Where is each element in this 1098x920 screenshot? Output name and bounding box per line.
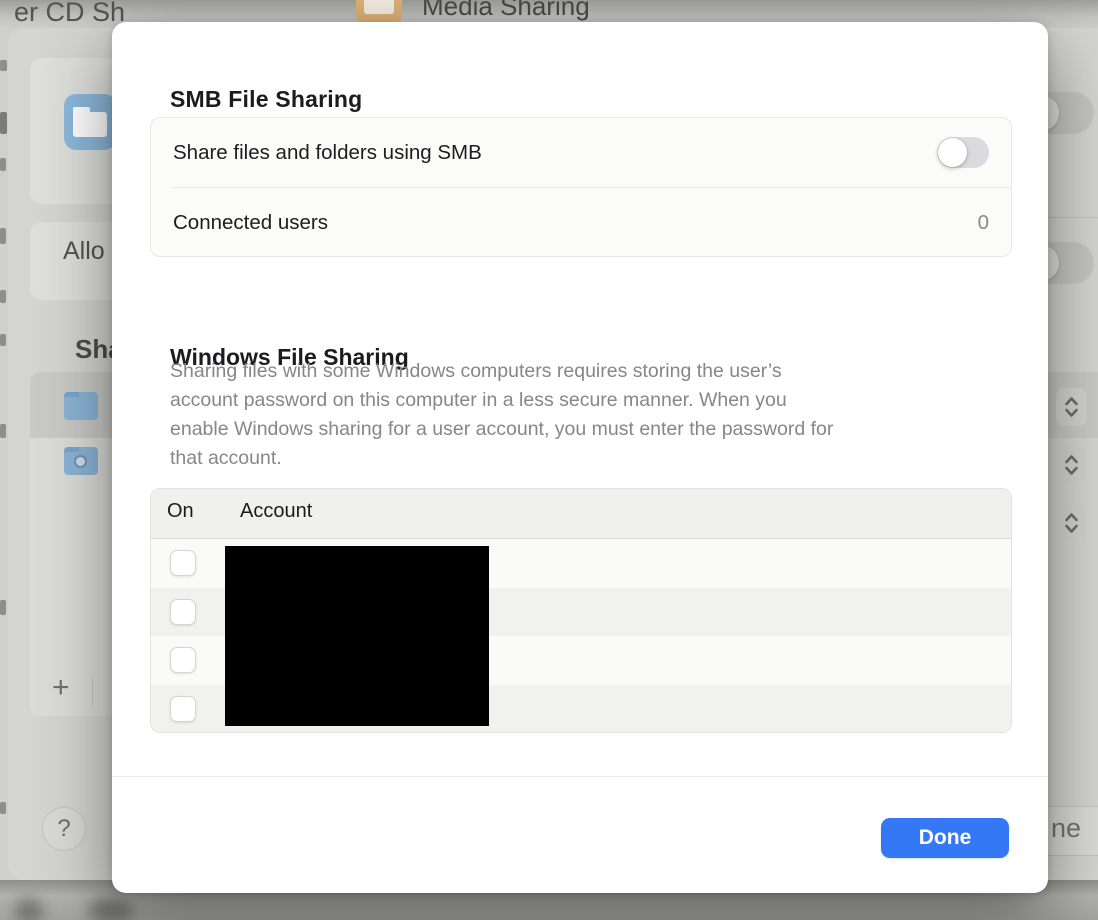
sidebar-fragment <box>0 60 7 71</box>
windows-file-sharing-description: Sharing files with some Windows computer… <box>170 357 1000 473</box>
description-line: enable Windows sharing for a user accoun… <box>170 418 834 440</box>
permission-stepper-control[interactable] <box>1056 388 1086 426</box>
sidebar-fragment <box>0 600 6 615</box>
description-line: that account. <box>170 447 282 469</box>
public-folder-icon <box>64 447 98 475</box>
listbox-button-divider <box>92 678 93 706</box>
media-screen-glyph <box>364 0 394 14</box>
chevron-up-down-icon <box>1064 513 1078 533</box>
account-checkbox[interactable] <box>170 647 196 674</box>
account-checkbox[interactable] <box>170 598 196 625</box>
description-line: account password on this computer in a l… <box>170 389 787 411</box>
done-button[interactable]: Done <box>881 818 1009 858</box>
share-smb-row: Share files and folders using SMB <box>151 118 1011 187</box>
sidebar-fragment <box>0 112 7 134</box>
redacted-account-names <box>225 546 489 726</box>
file-sharing-folder-icon <box>64 94 116 150</box>
sidebar-fragment <box>0 802 6 814</box>
accounts-table: On Account <box>150 488 1012 733</box>
sidebar-fragment <box>0 290 6 303</box>
connected-users-value: 0 <box>977 210 989 234</box>
allow-label-partial: Allo <box>63 237 105 265</box>
share-smb-toggle[interactable] <box>937 137 989 168</box>
sidebar-fragment <box>0 424 6 438</box>
chevron-up-down-icon <box>1064 397 1078 417</box>
column-header-on: On <box>167 500 194 522</box>
footer-divider <box>112 776 1048 777</box>
folder-body <box>73 112 107 137</box>
account-checkbox[interactable] <box>170 550 196 577</box>
chevron-up-down-icon <box>1064 455 1078 475</box>
help-button[interactable]: ? <box>42 807 86 851</box>
background-divider <box>1048 217 1098 218</box>
share-smb-label: Share files and folders using SMB <box>173 140 482 164</box>
accounts-table-header: On Account <box>151 489 1011 539</box>
folder-badge-icon <box>74 455 87 468</box>
media-sharing-row-label: Media Sharing <box>422 0 590 21</box>
connected-users-row: Connected users 0 <box>151 188 1011 257</box>
folder-tab <box>64 392 79 397</box>
shared-folder-icon <box>64 392 98 420</box>
sheet-title: SMB File Sharing <box>170 86 363 112</box>
sidebar-fragment <box>0 334 6 346</box>
account-checkbox[interactable] <box>170 695 196 722</box>
background-done-label-partial: ne <box>1051 813 1082 843</box>
smb-settings-group: Share files and folders using SMB Connec… <box>150 117 1012 257</box>
column-header-account: Account <box>240 500 313 522</box>
description-line: Sharing files with some Windows computer… <box>170 360 782 382</box>
media-sharing-icon <box>356 0 402 24</box>
sidebar-fragment <box>0 228 6 244</box>
toggle-knob <box>938 138 967 167</box>
sidebar-fragment <box>0 158 6 171</box>
smb-file-sharing-sheet: SMB File Sharing Share files and folders… <box>112 22 1048 893</box>
folder-tab <box>64 447 79 452</box>
permission-stepper-control[interactable] <box>1056 504 1086 542</box>
connected-users-label: Connected users <box>173 210 328 234</box>
permission-stepper-control[interactable] <box>1056 446 1086 484</box>
add-folder-button[interactable]: + <box>52 671 70 705</box>
cd-sharing-row-label-partial: er CD Sh <box>14 0 126 27</box>
